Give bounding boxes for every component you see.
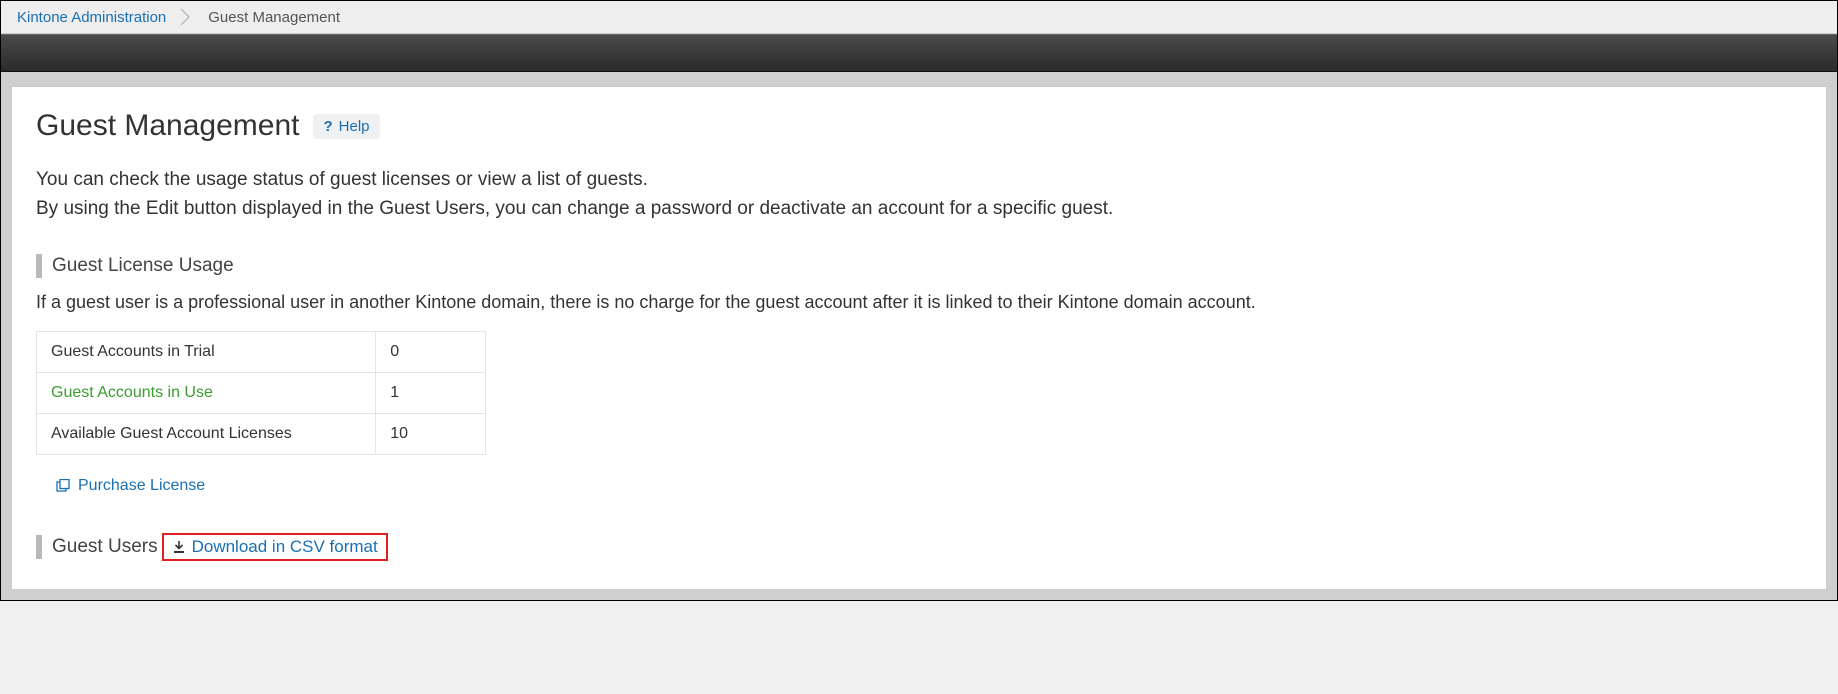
download-icon [172, 540, 186, 554]
intro-line1: You can check the usage status of guest … [36, 165, 1802, 194]
license-row-label: Guest Accounts in Trial [37, 331, 376, 372]
breadcrumb-current: Guest Management [198, 9, 340, 26]
chevron-right-icon [180, 7, 194, 27]
license-table: Guest Accounts in Trial 0 Guest Accounts… [36, 331, 486, 455]
section-heading-guest-users: Guest Users Download in CSV format [36, 533, 1802, 561]
download-csv-link[interactable]: Download in CSV format [192, 537, 378, 557]
purchase-license-link[interactable]: Purchase License [56, 477, 205, 495]
guest-users-heading-text: Guest Users [52, 536, 158, 558]
section-heading-license-text: Guest License Usage [52, 255, 234, 277]
content-card: Guest Management ? Help You can check th… [11, 86, 1827, 590]
help-label: Help [339, 118, 370, 135]
license-row-label: Available Guest Account Licenses [37, 413, 376, 454]
purchase-license-label: Purchase License [78, 477, 205, 495]
help-button[interactable]: ? Help [313, 114, 379, 139]
app-header-bar [1, 34, 1837, 72]
table-row: Guest Accounts in Trial 0 [37, 331, 486, 372]
section-heading-license: Guest License Usage [36, 254, 1802, 278]
download-csv-highlight: Download in CSV format [162, 533, 388, 561]
intro-line2: By using the Edit button displayed in th… [36, 194, 1802, 223]
license-note: If a guest user is a professional user i… [36, 292, 1802, 313]
question-icon: ? [323, 118, 332, 135]
guest-accounts-in-use-link[interactable]: Guest Accounts in Use [51, 384, 213, 401]
breadcrumb-root-link[interactable]: Kintone Administration [17, 9, 180, 26]
external-link-icon [56, 479, 70, 493]
license-row-value: 0 [376, 331, 486, 372]
page-title: Guest Management [36, 109, 299, 143]
breadcrumb: Kintone Administration Guest Management [1, 1, 1837, 34]
table-row: Available Guest Account Licenses 10 [37, 413, 486, 454]
license-row-value: 1 [376, 372, 486, 413]
intro-text: You can check the usage status of guest … [36, 165, 1802, 224]
table-row: Guest Accounts in Use 1 [37, 372, 486, 413]
license-row-value: 10 [376, 413, 486, 454]
